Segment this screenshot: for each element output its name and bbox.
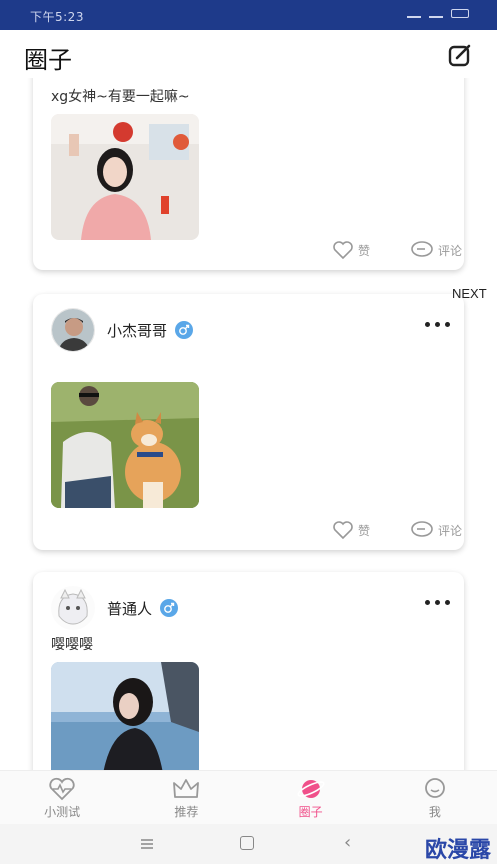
planet-icon: [297, 780, 325, 798]
battery-icon: [451, 8, 469, 18]
back-icon[interactable]: ‹: [344, 832, 351, 853]
chat-bubble-icon: [424, 778, 445, 798]
more-dot: [425, 322, 430, 327]
post-card[interactable]: 小杰哥哥 赞 评论: [33, 294, 464, 550]
tab-recommend[interactable]: 推荐: [124, 771, 248, 824]
more-dot: [425, 600, 430, 605]
author-row: 小杰哥哥: [51, 308, 194, 352]
more-button[interactable]: [425, 322, 450, 327]
post-actions: 赞 评论: [292, 520, 462, 540]
male-icon: [175, 321, 194, 339]
like-button[interactable]: 赞: [332, 240, 370, 260]
wifi-icon: [429, 8, 443, 18]
more-dot: [445, 322, 450, 327]
tab-label: 圈子: [298, 805, 323, 819]
compose-button[interactable]: [447, 42, 473, 68]
post-photo-image: [51, 114, 199, 240]
author-row: 普通人: [51, 586, 179, 630]
home-icon[interactable]: [240, 836, 254, 850]
tab-me[interactable]: 我: [373, 771, 497, 824]
status-bar: 下午5:23: [0, 0, 497, 30]
tab-test[interactable]: 小测试: [0, 771, 124, 824]
status-time: 下午5:23: [30, 10, 84, 24]
bottom-tab-bar: 小测试 推荐 圈子 我: [0, 770, 497, 824]
heart-icon: [333, 521, 353, 540]
author-name[interactable]: 小杰哥哥: [107, 320, 167, 341]
comment-icon: [411, 521, 433, 537]
page-title: 圈子: [24, 46, 72, 74]
post-card[interactable]: 普通人 嘤嘤嘤: [33, 572, 464, 770]
post-text: 嘤嘤嘤: [51, 637, 93, 653]
comment-label: 评论: [437, 523, 462, 538]
tab-label: 小测试: [44, 805, 81, 819]
signal-icon: [407, 8, 421, 18]
comment-button[interactable]: 评论: [410, 240, 462, 260]
status-icons: [407, 8, 469, 18]
more-button[interactable]: [425, 600, 450, 605]
comment-button[interactable]: 评论: [410, 520, 462, 540]
author-name[interactable]: 普通人: [107, 598, 152, 619]
tab-label: 推荐: [174, 805, 199, 819]
like-label: 赞: [357, 243, 370, 258]
heart-icon: [333, 241, 353, 260]
avatar[interactable]: [51, 308, 95, 352]
post-photo[interactable]: [51, 382, 199, 508]
comment-icon: [411, 241, 433, 257]
watermark: 欧漫露: [424, 838, 491, 863]
next-label[interactable]: NEXT: [452, 286, 487, 301]
menu-icon[interactable]: [140, 838, 154, 850]
post-card[interactable]: xg女神~有要一起嘛~ 赞 评论: [33, 78, 464, 270]
like-label: 赞: [357, 523, 370, 538]
app-header: 圈子: [0, 30, 497, 78]
avatar-image: [51, 586, 95, 630]
tab-label: 我: [428, 805, 441, 819]
male-icon: [160, 599, 179, 617]
avatar-image: [52, 309, 94, 351]
post-photo[interactable]: [51, 114, 199, 240]
more-dot: [435, 322, 440, 327]
more-dot: [445, 600, 450, 605]
post-photo[interactable]: [51, 662, 199, 770]
post-text: xg女神~有要一起嘛~: [51, 89, 190, 105]
comment-label: 评论: [437, 243, 462, 258]
android-nav-bar: ‹ 欧漫露: [0, 824, 497, 864]
like-button[interactable]: 赞: [332, 520, 370, 540]
feed[interactable]: xg女神~有要一起嘛~ 赞 评论 小杰哥哥 赞 评论 普通人 嘤嘤嘤: [0, 78, 497, 770]
post-actions: 赞 评论: [292, 240, 462, 260]
crown-icon: [173, 779, 200, 798]
post-photo-image: [51, 662, 199, 770]
edit-icon: [448, 44, 471, 67]
heartbeat-icon: [49, 777, 75, 801]
tab-circle[interactable]: 圈子: [249, 771, 373, 824]
more-dot: [435, 600, 440, 605]
avatar[interactable]: [51, 586, 95, 630]
post-photo-image: [51, 382, 199, 508]
